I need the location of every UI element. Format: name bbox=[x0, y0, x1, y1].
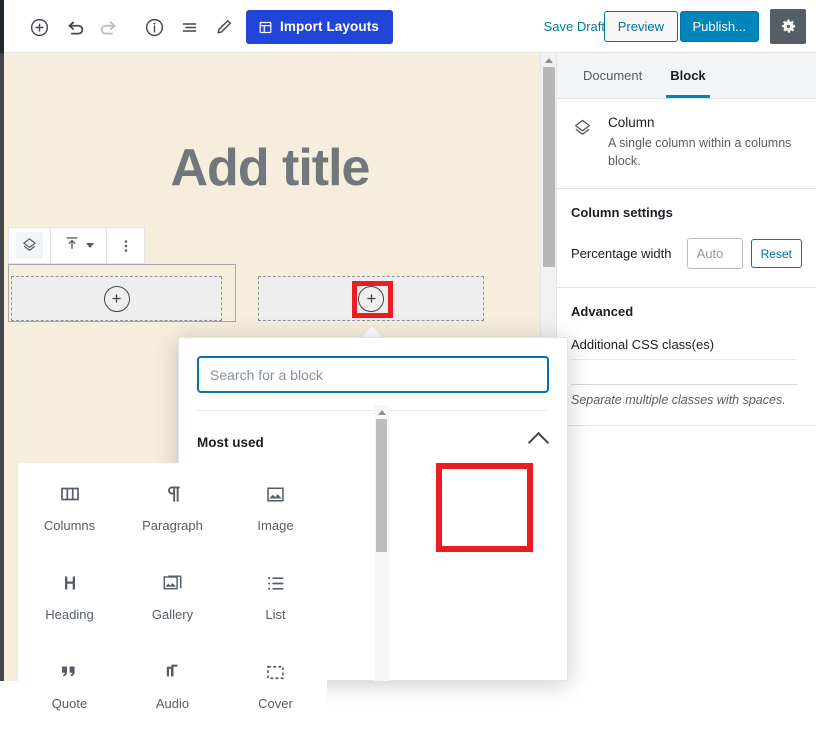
percentage-width-row: Percentage width Reset bbox=[571, 238, 802, 270]
block-item-label: Image bbox=[257, 518, 294, 533]
post-title-placeholder[interactable]: Add title bbox=[0, 138, 540, 198]
scrollbar-thumb[interactable] bbox=[543, 67, 555, 267]
column-slot-2[interactable] bbox=[258, 276, 484, 321]
block-item-label: Columns bbox=[43, 518, 96, 533]
block-item-label: List bbox=[265, 607, 286, 622]
tab-block[interactable]: Block bbox=[656, 53, 720, 98]
additional-css-help-text: Separate multiple classes with spaces. bbox=[571, 393, 786, 408]
block-item-label: Heading bbox=[45, 607, 94, 622]
most-used-label: Most used bbox=[197, 434, 264, 450]
layout-icon bbox=[259, 21, 272, 33]
tab-document-label: Document bbox=[583, 68, 643, 83]
vertical-align-button[interactable] bbox=[51, 228, 107, 263]
settings-sidebar: Document Block Column A single column wi… bbox=[556, 53, 816, 681]
add-block-appender-1[interactable] bbox=[103, 285, 130, 312]
block-item-label: Audio bbox=[155, 696, 190, 711]
column-layers-icon bbox=[571, 115, 594, 170]
block-item-quote[interactable]: Quote bbox=[18, 641, 121, 730]
sidebar-tab-bar: Document Block bbox=[557, 53, 816, 99]
block-more-options-button[interactable] bbox=[107, 228, 144, 263]
block-grid-row: Columns Paragraph Image bbox=[18, 463, 373, 552]
column-slot-1[interactable] bbox=[11, 276, 222, 321]
chevron-up-icon[interactable] bbox=[527, 431, 550, 453]
add-block-appender-2[interactable] bbox=[358, 285, 384, 312]
advanced-panel: Advanced Additional CSS class(es) Separa… bbox=[557, 288, 816, 427]
block-type-grid: Columns Paragraph Image Heading Gallery … bbox=[18, 463, 373, 730]
heading-h-icon bbox=[58, 571, 82, 595]
advanced-title: Advanced bbox=[571, 304, 634, 320]
block-item-list[interactable]: List bbox=[224, 552, 327, 641]
additional-css-input[interactable] bbox=[571, 359, 797, 386]
plus-icon bbox=[366, 294, 376, 303]
search-input[interactable] bbox=[197, 356, 549, 393]
block-item-heading[interactable]: Heading bbox=[18, 552, 121, 641]
inserter-search-wrapper bbox=[179, 338, 567, 393]
cover-frame-icon bbox=[264, 660, 287, 684]
most-used-section-header[interactable]: Most used bbox=[197, 410, 550, 459]
inserter-scrollbar-thumb[interactable] bbox=[376, 419, 387, 552]
block-item-label: Cover bbox=[258, 696, 293, 711]
bullet-list-icon bbox=[264, 571, 287, 595]
block-item-label: Quote bbox=[51, 696, 88, 711]
pilcrow-icon bbox=[161, 482, 185, 506]
add-block-icon[interactable] bbox=[24, 12, 54, 42]
plus-icon bbox=[112, 294, 121, 303]
column-settings-panel: Column settings Percentage width Reset bbox=[557, 189, 816, 289]
columns-icon bbox=[58, 482, 82, 506]
block-item-audio[interactable]: Audio bbox=[121, 641, 224, 730]
publish-button[interactable]: Publish... bbox=[679, 11, 759, 42]
redo-icon[interactable] bbox=[94, 12, 124, 42]
edit-pencil-icon[interactable] bbox=[209, 12, 239, 42]
admin-sidebar-edge bbox=[0, 0, 4, 53]
block-navigation-icon[interactable] bbox=[174, 12, 204, 42]
import-layouts-button[interactable]: Import Layouts bbox=[246, 10, 393, 44]
gallery-icon bbox=[161, 571, 184, 595]
chevron-down-icon bbox=[86, 243, 94, 248]
column-settings-title: Column settings bbox=[571, 205, 673, 221]
block-grid-row: Heading Gallery List bbox=[18, 552, 373, 641]
block-card-description: A single column within a columns block. bbox=[608, 136, 792, 169]
save-draft-button[interactable]: Save Draft bbox=[544, 19, 605, 34]
block-toolbar bbox=[8, 227, 145, 264]
scrollbar-up-arrow[interactable] bbox=[541, 53, 556, 67]
block-card-title: Column bbox=[608, 115, 655, 130]
block-item-gallery[interactable]: Gallery bbox=[121, 552, 224, 641]
block-item-label: Paragraph bbox=[142, 518, 203, 533]
reset-width-button[interactable]: Reset bbox=[750, 239, 802, 269]
undo-icon[interactable] bbox=[59, 12, 89, 42]
block-item-columns[interactable]: Columns bbox=[18, 463, 121, 552]
image-icon bbox=[264, 482, 287, 506]
audio-note-icon bbox=[161, 660, 185, 684]
gear-icon bbox=[781, 19, 795, 33]
block-item-label: Gallery bbox=[151, 607, 194, 622]
block-item-paragraph[interactable]: Paragraph bbox=[121, 463, 224, 552]
editor-top-toolbar: Import Layouts Save Draft Preview Publis… bbox=[0, 0, 816, 53]
quote-icon bbox=[58, 660, 82, 684]
block-item-cover[interactable]: Cover bbox=[224, 641, 327, 730]
block-type-column-button[interactable] bbox=[9, 228, 51, 263]
percentage-width-label: Percentage width bbox=[571, 246, 672, 262]
tab-block-label: Block bbox=[670, 68, 706, 83]
block-info-card: Column A single column within a columns … bbox=[557, 99, 816, 190]
column-layers-icon bbox=[16, 232, 43, 259]
percentage-width-input[interactable] bbox=[686, 238, 743, 270]
additional-css-label: Additional CSS class(es) bbox=[571, 337, 715, 353]
import-layouts-label: Import Layouts bbox=[280, 19, 379, 35]
inserter-scrollbar-up-arrow[interactable] bbox=[374, 406, 389, 419]
block-grid-row: Quote Audio Cover bbox=[18, 641, 373, 730]
settings-gear-button[interactable] bbox=[770, 9, 806, 44]
info-icon[interactable] bbox=[139, 12, 169, 42]
vertical-align-top-icon bbox=[63, 234, 81, 257]
block-item-image[interactable]: Image bbox=[224, 463, 327, 552]
inserter-scrollbar[interactable] bbox=[374, 405, 389, 681]
more-vertical-icon bbox=[124, 239, 127, 252]
tab-document[interactable]: Document bbox=[569, 53, 656, 98]
preview-button[interactable]: Preview bbox=[603, 11, 678, 42]
